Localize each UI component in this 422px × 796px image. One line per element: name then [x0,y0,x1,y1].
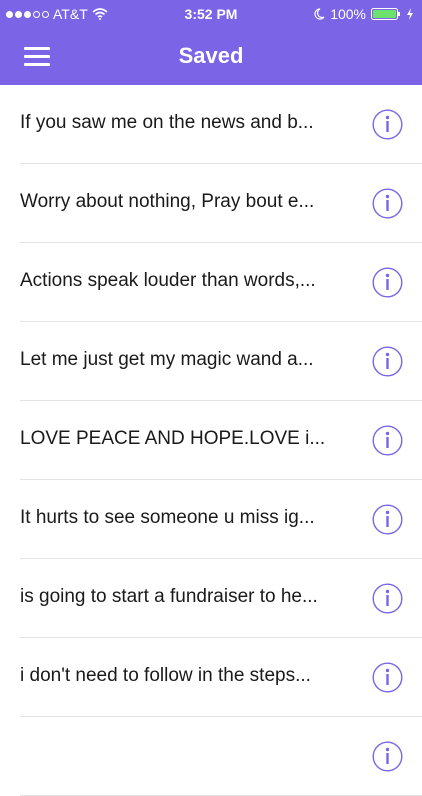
status-bar: AT&T 3:52 PM 100% [0,0,422,30]
list-item-text: is going to start a fundraiser to he... [20,586,318,607]
battery-percent: 100% [330,6,366,22]
status-right: 100% [313,6,414,22]
list-item-text: Let me just get my magic wand a... [20,349,314,370]
app-header: AT&T 3:52 PM 100% Saved [0,0,422,85]
list-item[interactable]: Let me just get my magic wand a... [0,322,422,401]
list-item[interactable] [0,717,422,796]
list-item[interactable]: Actions speak louder than words,... [0,243,422,322]
battery-icon [371,8,400,20]
list-item-text: LOVE PEACE AND HOPE.LOVE i... [20,428,326,449]
info-circle-icon[interactable] [372,188,403,219]
list-item[interactable]: If you saw me on the news and b... [0,85,422,164]
info-circle-icon[interactable] [372,267,403,298]
list-item-text: Actions speak louder than words,... [20,270,316,291]
page-title: Saved [178,43,244,68]
list-item-text: If you saw me on the news and b... [20,112,314,133]
list-item-text: i don't need to follow in the steps... [20,665,311,686]
list-item[interactable]: It hurts to see someone u miss ig... [0,480,422,559]
nav-bar: Saved [0,30,422,85]
info-circle-icon[interactable] [372,504,403,535]
info-circle-icon[interactable] [372,109,403,140]
list-item[interactable]: Worry about nothing, Pray bout e... [0,164,422,243]
list-item-text: It hurts to see someone u miss ig... [20,507,315,528]
info-circle-icon[interactable] [372,741,403,772]
list-item[interactable]: i don't need to follow in the steps... [0,638,422,717]
moon-icon [314,8,325,20]
saved-list: If you saw me on the news and b... Worry… [0,85,422,796]
list-item[interactable]: LOVE PEACE AND HOPE.LOVE i... [0,401,422,480]
info-circle-icon[interactable] [372,425,403,456]
list-item-text: Worry about nothing, Pray bout e... [20,191,315,212]
info-circle-icon[interactable] [372,346,403,377]
info-circle-icon[interactable] [372,662,403,693]
info-circle-icon[interactable] [372,583,403,614]
charging-bolt-icon [407,8,413,20]
list-item[interactable]: is going to start a fundraiser to he... [0,559,422,638]
